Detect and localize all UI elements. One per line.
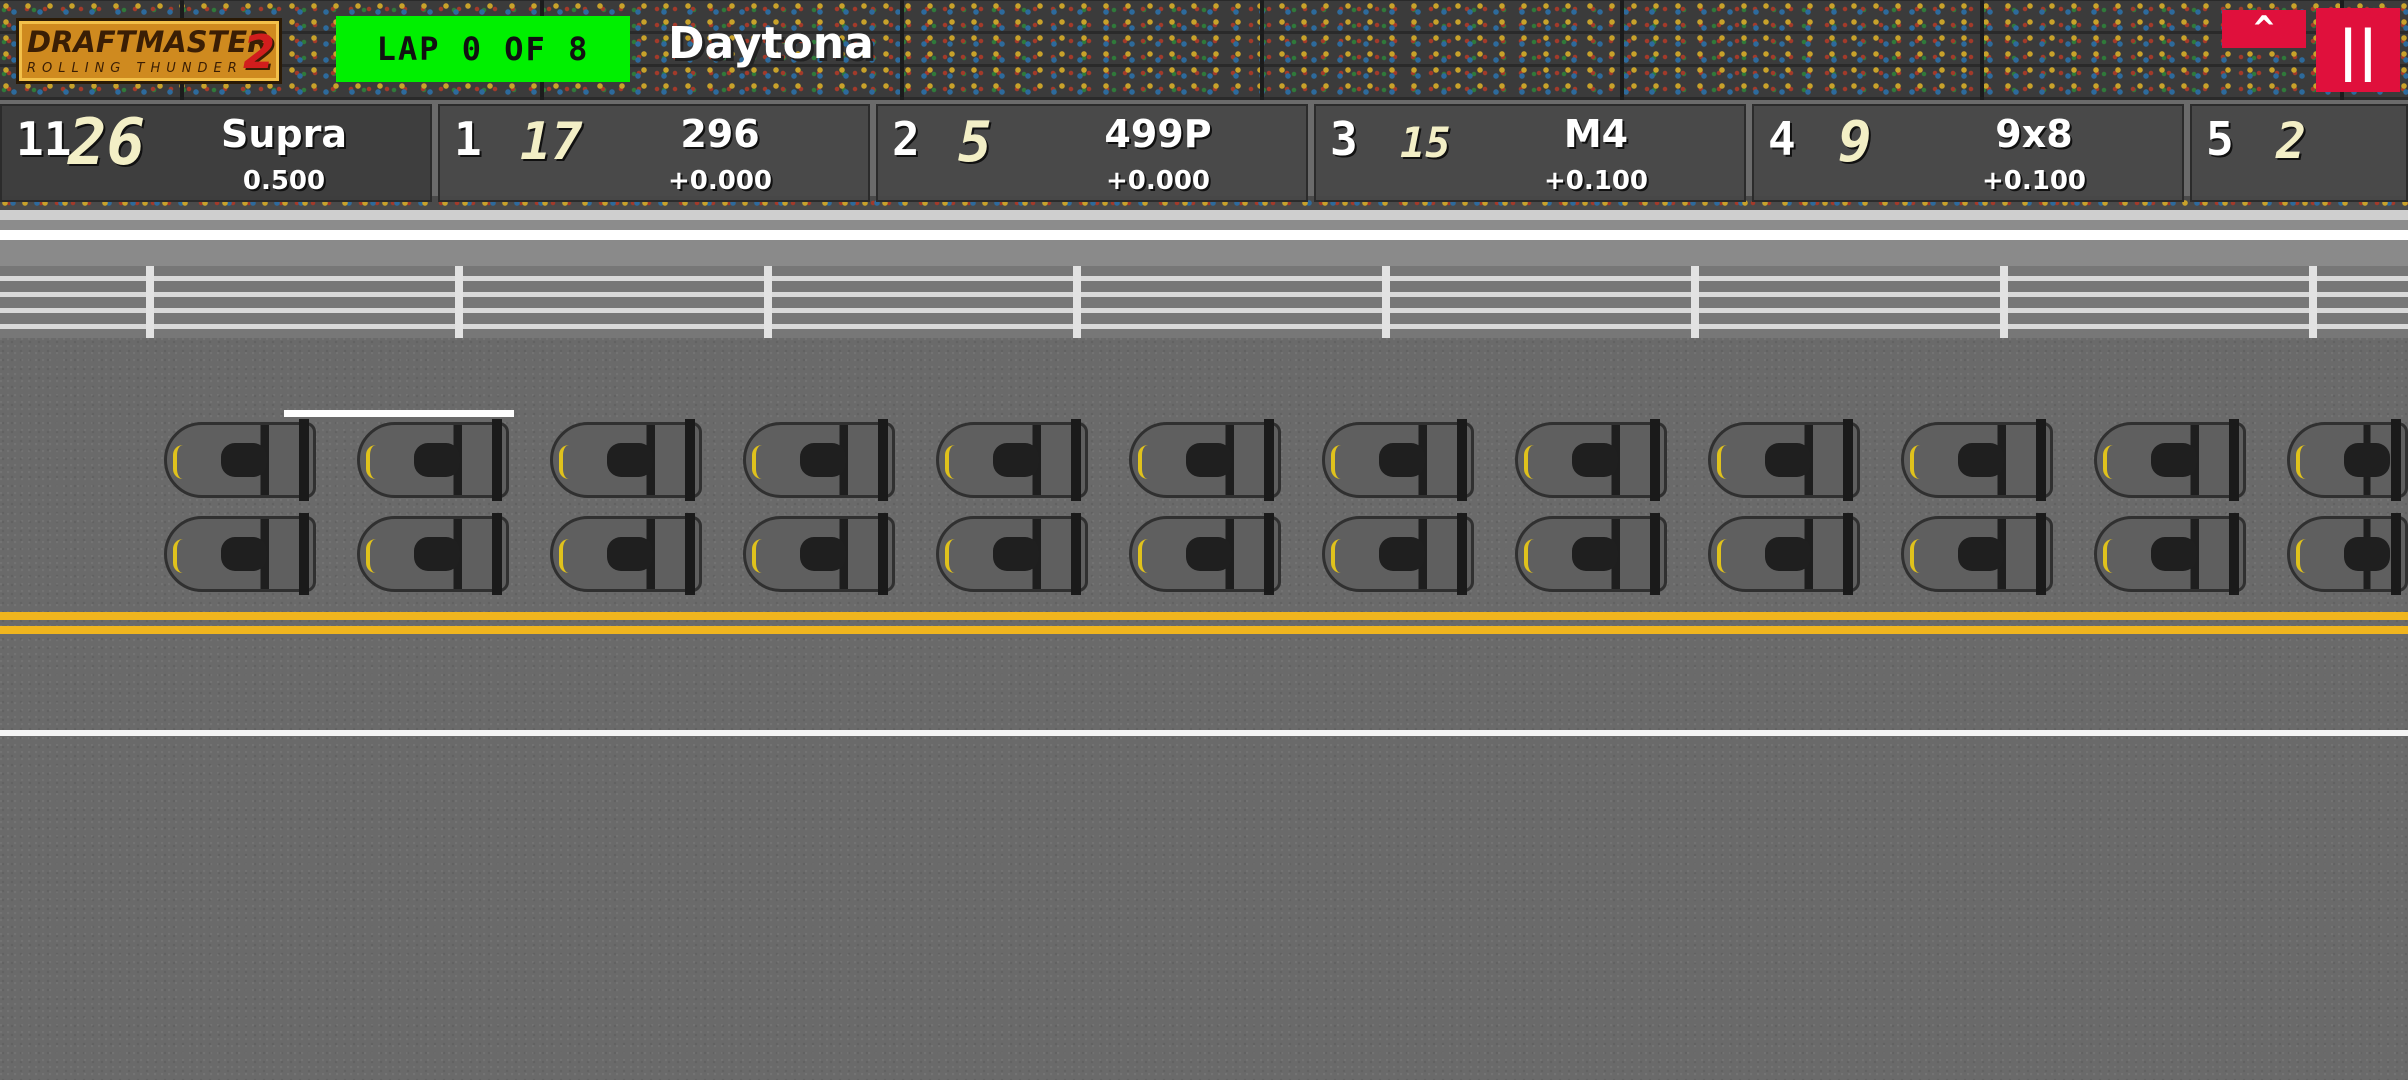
race-car <box>2094 419 2246 501</box>
race-car <box>164 513 316 595</box>
standing-gap: 0.500 <box>242 166 326 196</box>
standing-car-number: 15 <box>1400 118 1451 167</box>
race-car <box>1129 419 1281 501</box>
pause-button[interactable]: || <box>2316 8 2400 92</box>
standing-car-model: 296 <box>680 112 760 156</box>
standings-bar: 11 26 Supra 0.500 1 17 296 +0.000 2 5 49… <box>0 104 2408 202</box>
race-car <box>1901 513 2053 595</box>
race-car <box>1515 513 1667 595</box>
apron-line-upper <box>0 612 2408 620</box>
standing-position: 4 <box>1768 112 1796 166</box>
race-car <box>164 419 316 501</box>
standing-car-number: 2 <box>2276 112 2307 170</box>
standing-position: 5 <box>2206 112 2234 166</box>
race-car <box>1708 513 1860 595</box>
race-car <box>936 513 1088 595</box>
standing-player: 11 26 Supra 0.500 <box>0 104 432 202</box>
race-car <box>2287 419 2408 501</box>
lap-counter: LAP 0 OF 8 <box>336 16 630 82</box>
logo-subtitle: ROLLING THUNDER <box>27 61 243 76</box>
standing-gap: +0.100 <box>1981 166 2087 196</box>
standing-position: 2 <box>892 112 920 166</box>
standing-item: 5 2 <box>2190 104 2408 202</box>
race-car <box>743 419 895 501</box>
race-car <box>2287 513 2408 595</box>
standing-car-number: 17 <box>520 112 583 172</box>
standing-gap: +0.000 <box>1105 166 1211 196</box>
standing-gap: +0.000 <box>667 166 773 196</box>
race-car <box>1129 513 1281 595</box>
race-car <box>1708 419 1860 501</box>
catch-fence <box>0 266 2408 338</box>
standing-item: 2 5 499P +0.000 <box>876 104 1308 202</box>
logo-title: DRAFTMASTER <box>27 25 270 59</box>
standing-gap: +0.100 <box>1543 166 1649 196</box>
pole-position-marker <box>284 410 514 417</box>
race-car <box>357 513 509 595</box>
race-car <box>550 419 702 501</box>
outer-wall <box>0 210 2408 266</box>
race-car <box>1322 419 1474 501</box>
race-car <box>2094 513 2246 595</box>
standing-item: 1 17 296 +0.000 <box>438 104 870 202</box>
standing-position: 11 <box>16 112 72 166</box>
race-car <box>357 419 509 501</box>
standing-car-model: 9x8 <box>1995 112 2073 156</box>
race-car <box>1322 513 1474 595</box>
standing-position: 3 <box>1330 112 1358 166</box>
race-car <box>550 513 702 595</box>
standing-car-model: Supra <box>220 112 347 156</box>
standing-car-number: 5 <box>958 110 992 175</box>
race-car <box>1901 419 2053 501</box>
race-car <box>743 513 895 595</box>
standing-car-model: M4 <box>1563 112 1629 156</box>
standing-item: 4 9 9x8 +0.100 <box>1752 104 2184 202</box>
race-car <box>936 419 1088 501</box>
standing-car-number: 9 <box>1838 110 1872 175</box>
standing-position: 1 <box>454 112 482 166</box>
apron-line-lower <box>0 626 2408 634</box>
standing-item: 3 15 M4 +0.100 <box>1314 104 1746 202</box>
game-logo: DRAFTMASTER ROLLING THUNDER 2 <box>16 18 282 84</box>
expand-standings-button[interactable]: ^ <box>2222 10 2306 48</box>
track-edge-line <box>0 730 2408 736</box>
standing-car-number: 26 <box>68 106 146 180</box>
track-name: Daytona <box>668 18 874 69</box>
logo-number: 2 <box>242 25 275 79</box>
standing-car-model: 499P <box>1104 112 1212 156</box>
race-car <box>1515 419 1667 501</box>
